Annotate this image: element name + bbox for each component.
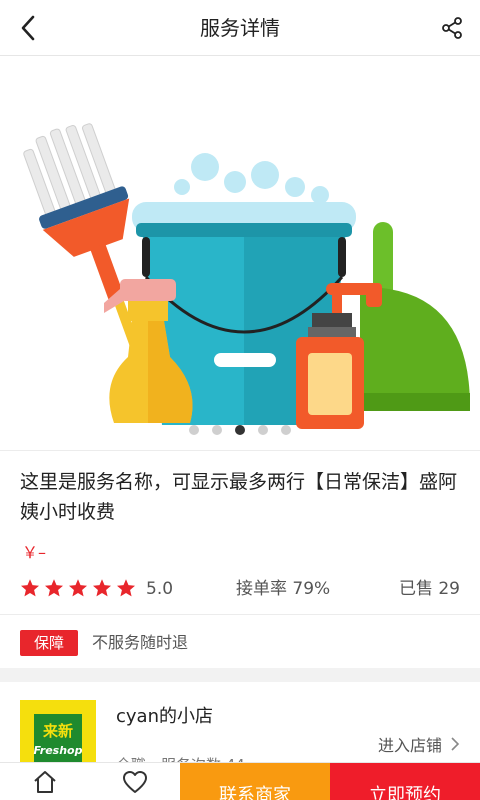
carousel-dot[interactable] xyxy=(212,425,222,435)
carousel-dot[interactable] xyxy=(258,425,268,435)
guarantee-text: 不服务随时退 xyxy=(92,633,189,652)
enter-shop-label: 进入店铺 xyxy=(377,736,442,755)
star-icon xyxy=(21,579,39,597)
guarantee-row: 保障 不服务随时退 xyxy=(0,616,480,668)
chevron-right-icon xyxy=(451,737,460,751)
nav-bar: 服务详情 xyxy=(0,0,480,56)
guarantee-badge: 保障 xyxy=(20,630,78,656)
cleaning-illustration xyxy=(23,123,470,429)
star-icon xyxy=(117,579,135,597)
service-info: 这里是服务名称，可显示最多两行【日常保洁】盛阿姨小时收费 ￥– 5.0 接单率 … xyxy=(0,450,480,615)
service-price: ￥– xyxy=(22,543,47,562)
rating-score: 5.0 xyxy=(146,579,174,599)
heart-icon xyxy=(123,771,147,793)
star-icon xyxy=(45,579,63,597)
star-icon xyxy=(69,579,87,597)
svg-text:来新: 来新 xyxy=(42,722,73,740)
sold-count: 已售 29 xyxy=(398,579,460,599)
shop-name: cyan的小店 xyxy=(116,706,213,727)
book-now-button[interactable]: 立即预约 xyxy=(330,763,480,800)
enter-shop-link[interactable]: 进入店铺 xyxy=(378,732,460,756)
acceptance-rate: 接单率 79% xyxy=(236,579,331,599)
share-icon[interactable] xyxy=(434,10,470,46)
carousel-dot[interactable] xyxy=(281,425,291,435)
book-now-label: 立即预约 xyxy=(369,785,441,800)
page-title: 服务详情 xyxy=(200,16,280,40)
rating-stars xyxy=(20,578,136,598)
bottom-action-bar: 联系商家 立即预约 xyxy=(0,762,480,800)
section-divider xyxy=(0,668,480,682)
star-icon xyxy=(93,579,111,597)
hero-carousel[interactable] xyxy=(0,57,480,450)
svg-text:Freshop: Freshop xyxy=(33,744,82,757)
home-icon xyxy=(34,771,56,793)
home-button[interactable] xyxy=(0,763,90,800)
service-name: 这里是服务名称，可显示最多两行【日常保洁】盛阿姨小时收费 xyxy=(20,471,458,523)
favorite-button[interactable] xyxy=(90,763,180,800)
carousel-dot[interactable] xyxy=(189,425,199,435)
carousel-indicator[interactable] xyxy=(0,425,480,435)
carousel-dot-active[interactable] xyxy=(235,425,245,435)
contact-merchant-label: 联系商家 xyxy=(219,785,291,800)
contact-merchant-button[interactable]: 联系商家 xyxy=(180,763,330,800)
